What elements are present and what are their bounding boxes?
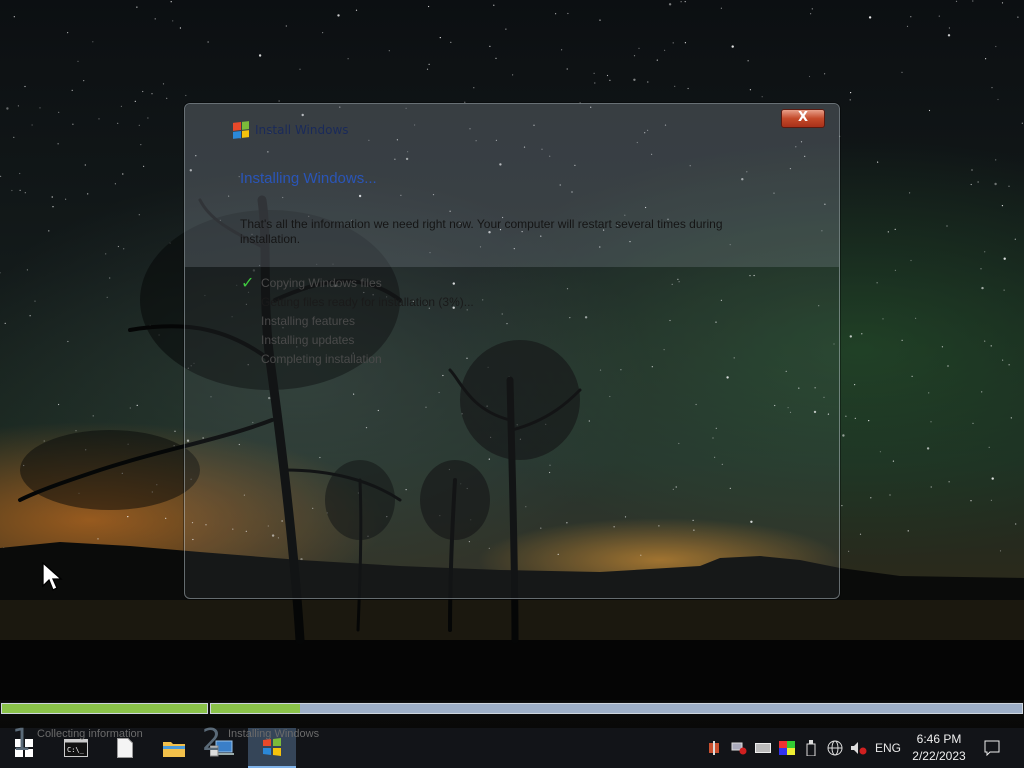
tool-icon [709,741,719,755]
step-installing-updates: Installing updates [241,330,474,349]
step-label: Installing updates [261,332,355,347]
taskbar: C:\_ ENG 6:46 PM 2/22/2023 [0,728,1024,768]
keyboard-icon [755,743,771,753]
dialog-title: Install Windows [233,121,349,139]
tray-display-button[interactable] [776,728,798,768]
install-steps-list: ✓ Copying Windows files Getting files re… [241,273,474,368]
install-windows-dialog: Install Windows X Installing Windows... … [184,103,840,599]
step-label: Completing installation [261,351,382,366]
step-copying-files: ✓ Copying Windows files [241,273,474,292]
stage1-number: 1 [12,723,32,758]
file-explorer-icon [163,742,185,757]
command-prompt-icon: C:\_ [64,739,88,757]
globe-icon [827,740,843,756]
stage2-number: 2 [202,723,222,758]
step-getting-files-ready: Getting files ready for installation (3%… [241,292,474,311]
mouse-cursor-icon [42,561,64,596]
step-installing-features: Installing features [241,311,474,330]
step-label: Copying Windows files [261,275,382,290]
tray-network-button[interactable] [728,728,750,768]
stage1-label: Collecting information [37,728,143,740]
tray-internet-button[interactable] [824,728,846,768]
display-color-icon [779,741,795,755]
tray-keyboard-button[interactable] [752,728,774,768]
tray-usb-button[interactable] [800,728,822,768]
installing-heading: Installing Windows... [240,170,377,187]
close-button[interactable]: X [781,109,825,128]
network-disconnected-icon [731,742,747,755]
setup-progress-bar [0,702,1024,714]
document-icon [117,738,133,758]
windows-logo-icon [233,121,249,139]
tray-volume-button[interactable] [848,728,870,768]
clock-time: 6:46 PM [916,732,962,746]
info-text: That's all the information we need right… [240,217,723,246]
svg-text:C:\_: C:\_ [67,746,85,754]
file-explorer-button[interactable] [150,728,198,768]
tray-tool-button[interactable] [704,728,724,768]
stage2-progress [210,703,1023,714]
stage1-progress [1,703,208,714]
speaker-muted-icon [851,742,867,755]
notification-icon [984,740,1000,756]
dialog-title-text: Install Windows [255,123,349,137]
windows-setup-icon [263,738,281,756]
step-completing-installation: Completing installation [241,349,474,368]
clock[interactable]: 6:46 PM 2/22/2023 [904,731,974,765]
step-label: Getting files ready for installation (3%… [261,294,474,309]
stage2-progress-fill [211,704,301,713]
usb-drive-icon [806,740,816,756]
check-icon: ✓ [241,274,255,292]
clock-date: 2/22/2023 [912,749,966,763]
action-center-button[interactable] [980,728,1004,768]
stage2-label: Installing Windows [228,728,320,740]
step-label: Installing features [261,313,356,328]
language-indicator[interactable]: ENG [872,728,904,768]
